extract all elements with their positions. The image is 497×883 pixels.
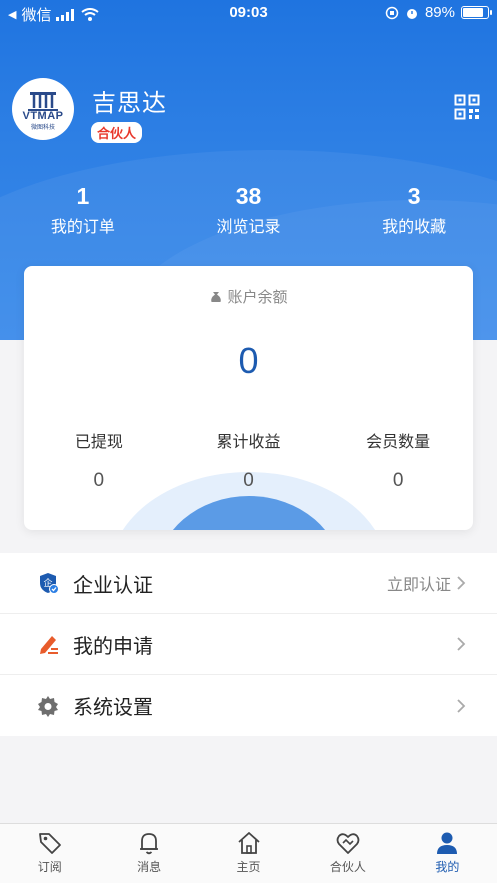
- stat-history[interactable]: 38 浏览记录: [166, 183, 332, 237]
- stat-value: 1: [76, 183, 90, 209]
- menu-label: 我的申请: [73, 635, 153, 658]
- bottom-tab-bar: 订阅 消息 主页 合伙人 我的: [0, 823, 497, 883]
- pen-edit-icon: [40, 636, 58, 654]
- chevron-right-icon: [457, 698, 466, 713]
- tab-mine[interactable]: 我的: [398, 824, 497, 883]
- role-badge: 合伙人: [91, 122, 143, 143]
- stat-label: 我的订单: [50, 219, 115, 236]
- orientation-lock-icon: [385, 6, 399, 19]
- account-balance-card[interactable]: 账户余额 0 已提现 0 累计收益 0 会员数量 0: [24, 266, 473, 530]
- menu-label: 企业认证: [73, 574, 153, 597]
- stat-label: 会员数量: [366, 434, 431, 451]
- gear-icon: [38, 695, 58, 717]
- chevron-right-icon: [457, 576, 466, 590]
- tab-label: 主页: [236, 860, 261, 874]
- stat-value: 0: [392, 470, 404, 491]
- tab-home[interactable]: 主页: [199, 824, 298, 883]
- menu-label: 系统设置: [73, 697, 153, 719]
- handshake-heart-icon: [336, 833, 360, 854]
- avatar-logo-text: VTMAP: [22, 109, 64, 122]
- balance-title: 账户余额: [24, 286, 473, 307]
- stat-total-earnings: 累计收益 0: [174, 428, 324, 492]
- avatar[interactable]: VTMAP 微图科技: [12, 78, 74, 140]
- menu-system-settings[interactable]: 系统设置: [0, 675, 497, 736]
- username: 吉思达: [92, 90, 167, 117]
- stat-label: 已提现: [74, 434, 123, 451]
- balance-value: 0: [238, 340, 259, 381]
- stat-value: 3: [407, 183, 421, 209]
- home-icon: [237, 832, 260, 854]
- stat-orders[interactable]: 1 我的订单: [0, 183, 166, 237]
- money-bag-icon: [211, 291, 222, 302]
- battery-icon: [461, 6, 492, 19]
- tab-label: 消息: [137, 860, 162, 874]
- status-right: 89%: [385, 4, 492, 21]
- avatar-logo-subtext: 微图科技: [30, 124, 55, 131]
- qr-code-icon[interactable]: [454, 94, 480, 120]
- tag-icon: [38, 833, 61, 854]
- stat-member-count: 会员数量 0: [323, 428, 473, 492]
- person-icon: [437, 832, 458, 854]
- battery-percent: 89%: [424, 4, 455, 21]
- tab-partner[interactable]: 合伙人: [298, 824, 397, 883]
- stat-withdrawn: 已提现 0: [24, 428, 174, 492]
- tab-messages[interactable]: 消息: [99, 824, 198, 883]
- verify-now-link[interactable]: 立即认证: [387, 571, 451, 595]
- settings-menu: 企 企业认证 立即认证 我的申请 系统设置: [0, 553, 497, 736]
- balance-title-text: 账户余额: [227, 289, 288, 306]
- stat-value: 0: [243, 470, 254, 491]
- stat-label: 浏览记录: [216, 219, 281, 236]
- stat-label: 累计收益: [216, 434, 281, 451]
- tab-label: 我的: [435, 860, 460, 874]
- battery-fill: [463, 8, 484, 17]
- stat-value: 38: [235, 183, 262, 209]
- stat-value: 0: [93, 470, 105, 491]
- status-bar: ◀ 微信 09:03 89%: [0, 0, 497, 26]
- menu-enterprise-verification[interactable]: 企 企业认证 立即认证: [0, 553, 497, 614]
- enterprise-shield-icon: 企: [40, 573, 59, 594]
- chevron-right-icon: [457, 637, 466, 651]
- tab-label: 合伙人: [329, 860, 366, 874]
- earnings-stats: 已提现 0 累计收益 0 会员数量 0: [24, 428, 473, 492]
- tab-label: 订阅: [37, 860, 62, 874]
- bell-icon: [140, 833, 159, 855]
- vtmap-logo-icon: [28, 91, 58, 111]
- menu-my-applications[interactable]: 我的申请: [0, 614, 497, 675]
- tab-subscribe[interactable]: 订阅: [0, 824, 99, 883]
- stat-label: 我的收藏: [382, 219, 447, 236]
- stat-favorites[interactable]: 3 我的收藏: [331, 183, 497, 237]
- alarm-icon: [406, 8, 417, 19]
- stats-row: 1 我的订单 38 浏览记录 3 我的收藏: [0, 183, 497, 237]
